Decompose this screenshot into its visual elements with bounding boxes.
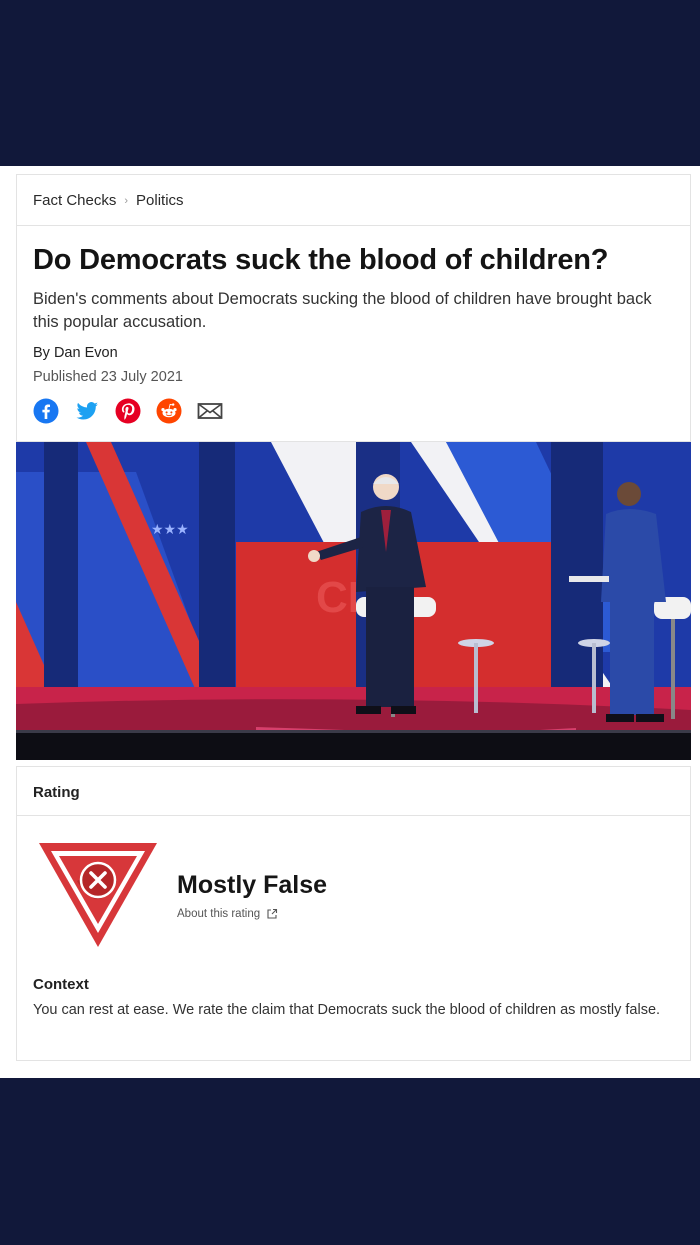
context-title: Context [33,976,89,993]
rating-value: Mostly False [177,871,328,899]
breadcrumb-bar: Fact Checks › Politics [16,174,691,226]
stars-decoration: ★★★ [151,521,189,537]
article-subtitle: Biden's comments about Democrats sucking… [33,290,652,331]
article-header: Do Democrats suck the blood of children?… [16,226,691,442]
page-title: Do Democrats suck the blood of children? [33,244,609,276]
about-rating-link[interactable]: About this rating [177,908,278,920]
rating-label: Rating [33,784,80,801]
mostly-false-rating-icon [39,843,157,947]
share-row [33,398,223,424]
byline[interactable]: By Dan Evon [33,345,118,361]
page: Fact Checks › Politics Do Democrats suck… [0,166,700,1078]
facebook-icon[interactable] [33,398,59,424]
breadcrumb-separator: › [124,194,129,207]
context-text: You can rest at ease. We rate the claim … [33,1002,661,1018]
breadcrumb: Fact Checks › Politics [33,192,184,209]
rating-header: Rating [16,766,691,816]
twitter-icon[interactable] [74,398,100,424]
pinterest-icon[interactable] [115,398,141,424]
email-icon[interactable] [197,398,223,424]
hero-image: CNN ★★★ [16,442,691,760]
external-link-icon [267,908,278,919]
reddit-icon[interactable] [156,398,182,424]
published-date: Published 23 July 2021 [33,369,183,385]
breadcrumb-politics[interactable]: Politics [136,192,184,209]
rating-section: Mostly False About this rating Context Y… [16,816,691,1061]
breadcrumb-fact-checks[interactable]: Fact Checks [33,192,116,209]
about-rating-label: About this rating [177,908,261,920]
